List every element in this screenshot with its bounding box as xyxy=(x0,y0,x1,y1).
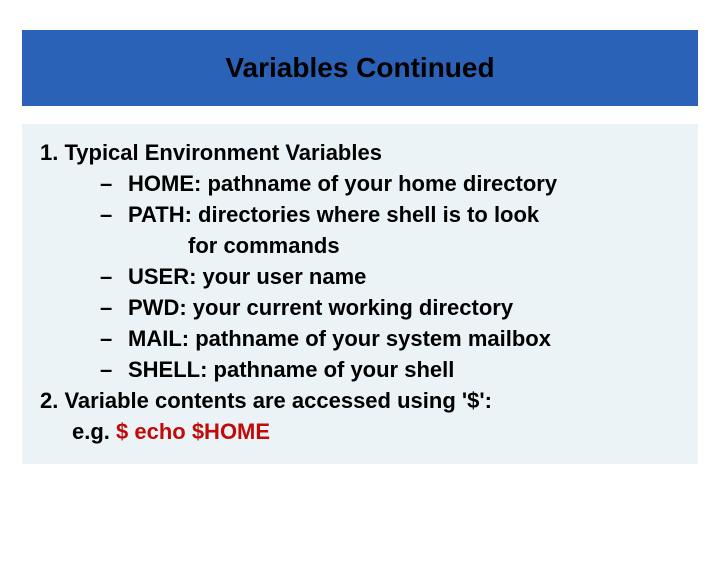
slide-title: Variables Continued xyxy=(32,52,688,84)
env-path-line2: for commands xyxy=(188,231,680,260)
dash-icon: – xyxy=(100,169,114,198)
env-pwd: PWD: your current working directory xyxy=(128,293,513,322)
env-shell: SHELL: pathname of your shell xyxy=(128,355,454,384)
env-home: HOME: pathname of your home directory xyxy=(128,169,557,198)
list-item: – HOME: pathname of your home directory xyxy=(100,169,680,198)
dash-icon: – xyxy=(100,293,114,322)
list-item: – SHELL: pathname of your shell xyxy=(100,355,680,384)
dash-icon: – xyxy=(100,200,114,229)
env-mail: MAIL: pathname of your system mailbox xyxy=(128,324,551,353)
dash-icon: – xyxy=(100,324,114,353)
content-box: 1. Typical Environment Variables – HOME:… xyxy=(22,124,698,464)
dash-icon: – xyxy=(100,262,114,291)
list-item: – PWD: your current working directory xyxy=(100,293,680,322)
env-var-list: – HOME: pathname of your home directory … xyxy=(100,169,680,384)
example-command: $ echo $HOME xyxy=(116,419,270,444)
item1-heading: 1. Typical Environment Variables xyxy=(40,138,680,167)
title-bar: Variables Continued xyxy=(22,30,698,106)
list-item: – USER: your user name xyxy=(100,262,680,291)
env-path-line1: PATH: directories where shell is to look xyxy=(128,200,539,229)
item2-heading: 2. Variable contents are accessed using … xyxy=(40,386,680,415)
env-user: USER: your user name xyxy=(128,262,366,291)
example-prefix: e.g. xyxy=(72,419,116,444)
example-line: e.g. $ echo $HOME xyxy=(72,417,680,446)
dash-icon: – xyxy=(100,355,114,384)
list-item: – PATH: directories where shell is to lo… xyxy=(100,200,680,229)
list-item: – MAIL: pathname of your system mailbox xyxy=(100,324,680,353)
